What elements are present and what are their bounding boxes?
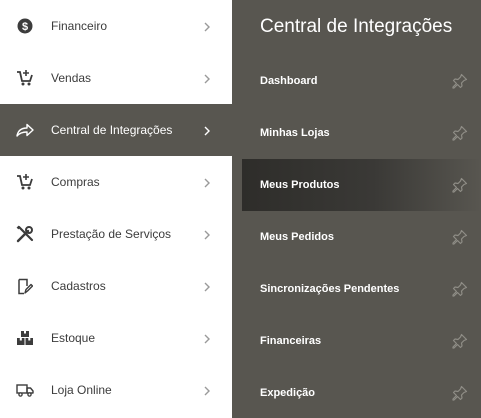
pin-icon[interactable] xyxy=(452,333,468,349)
dollar-coin-icon: $ xyxy=(15,16,35,36)
pin-icon[interactable] xyxy=(452,229,468,245)
sidebar-item-label: Loja Online xyxy=(51,383,112,397)
edit-document-icon xyxy=(15,276,35,296)
submenu-item-label: Meus Pedidos xyxy=(260,231,334,243)
submenu-item-sincronizacoes-pendentes[interactable]: Sincronizações Pendentes xyxy=(242,263,481,315)
submenu-panel: Central de Integrações Dashboard Minhas … xyxy=(232,0,481,418)
pin-icon[interactable] xyxy=(452,73,468,89)
sidebar-item-estoque[interactable]: Estoque xyxy=(0,312,232,364)
sidebar-item-central-de-integracoes[interactable]: Central de Integrações xyxy=(0,104,232,156)
sidebar-item-loja-online[interactable]: Loja Online xyxy=(0,364,232,416)
sidebar-item-label: Cadastros xyxy=(51,279,106,293)
chevron-right-icon xyxy=(202,384,212,396)
submenu-item-expedicao[interactable]: Expedição xyxy=(242,367,481,418)
chevron-right-icon xyxy=(202,72,212,84)
tools-icon xyxy=(15,224,35,244)
submenu-item-dashboard[interactable]: Dashboard xyxy=(242,55,481,107)
chevron-right-icon xyxy=(202,228,212,240)
sidebar-item-prestacao-de-servicos[interactable]: Prestação de Serviços xyxy=(0,208,232,260)
submenu-item-label: Expedição xyxy=(260,387,316,399)
chevron-right-icon xyxy=(202,332,212,344)
delivery-truck-icon xyxy=(15,380,35,400)
chevron-right-icon xyxy=(202,20,212,32)
cart-add-icon xyxy=(15,68,35,88)
submenu-item-label: Financeiras xyxy=(260,335,322,347)
pin-icon[interactable] xyxy=(452,125,468,141)
sidebar-item-label: Compras xyxy=(51,175,100,189)
sidebar-item-financeiro[interactable]: $ Financeiro xyxy=(0,0,232,52)
cart-add-icon xyxy=(15,172,35,192)
submenu-item-label: Minhas Lojas xyxy=(260,127,330,139)
boxes-icon xyxy=(15,328,35,348)
submenu-item-meus-produtos[interactable]: Meus Produtos xyxy=(242,159,481,211)
chevron-right-icon xyxy=(202,176,212,188)
chevron-right-icon xyxy=(202,124,212,136)
sidebar-item-compras[interactable]: Compras xyxy=(0,156,232,208)
sidebar-item-label: Estoque xyxy=(51,331,96,345)
svg-text:$: $ xyxy=(22,21,28,33)
share-arrow-icon xyxy=(15,120,35,140)
pin-icon[interactable] xyxy=(452,385,468,401)
pin-icon[interactable] xyxy=(452,177,468,193)
submenu-item-minhas-lojas[interactable]: Minhas Lojas xyxy=(242,107,481,159)
sidebar-item-label: Vendas xyxy=(51,71,92,85)
chevron-right-icon xyxy=(202,280,212,292)
submenu-item-financeiras[interactable]: Financeiras xyxy=(242,315,481,367)
submenu-item-label: Dashboard xyxy=(260,75,318,87)
pin-icon[interactable] xyxy=(452,281,468,297)
sidebar-item-vendas[interactable]: Vendas xyxy=(0,52,232,104)
submenu-item-label: Sincronizações Pendentes xyxy=(260,283,400,295)
submenu-item-label: Meus Produtos xyxy=(260,179,340,191)
sidebar-item-label: Central de Integrações xyxy=(51,123,173,137)
submenu-title: Central de Integrações xyxy=(260,16,453,37)
sidebar-item-label: Prestação de Serviços xyxy=(51,227,172,241)
submenu-item-meus-pedidos[interactable]: Meus Pedidos xyxy=(242,211,481,263)
sidebar-item-cadastros[interactable]: Cadastros xyxy=(0,260,232,312)
main-sidebar: $ Financeiro Vendas Central de Integraçõ… xyxy=(0,0,232,418)
sidebar-item-label: Financeiro xyxy=(51,19,108,33)
